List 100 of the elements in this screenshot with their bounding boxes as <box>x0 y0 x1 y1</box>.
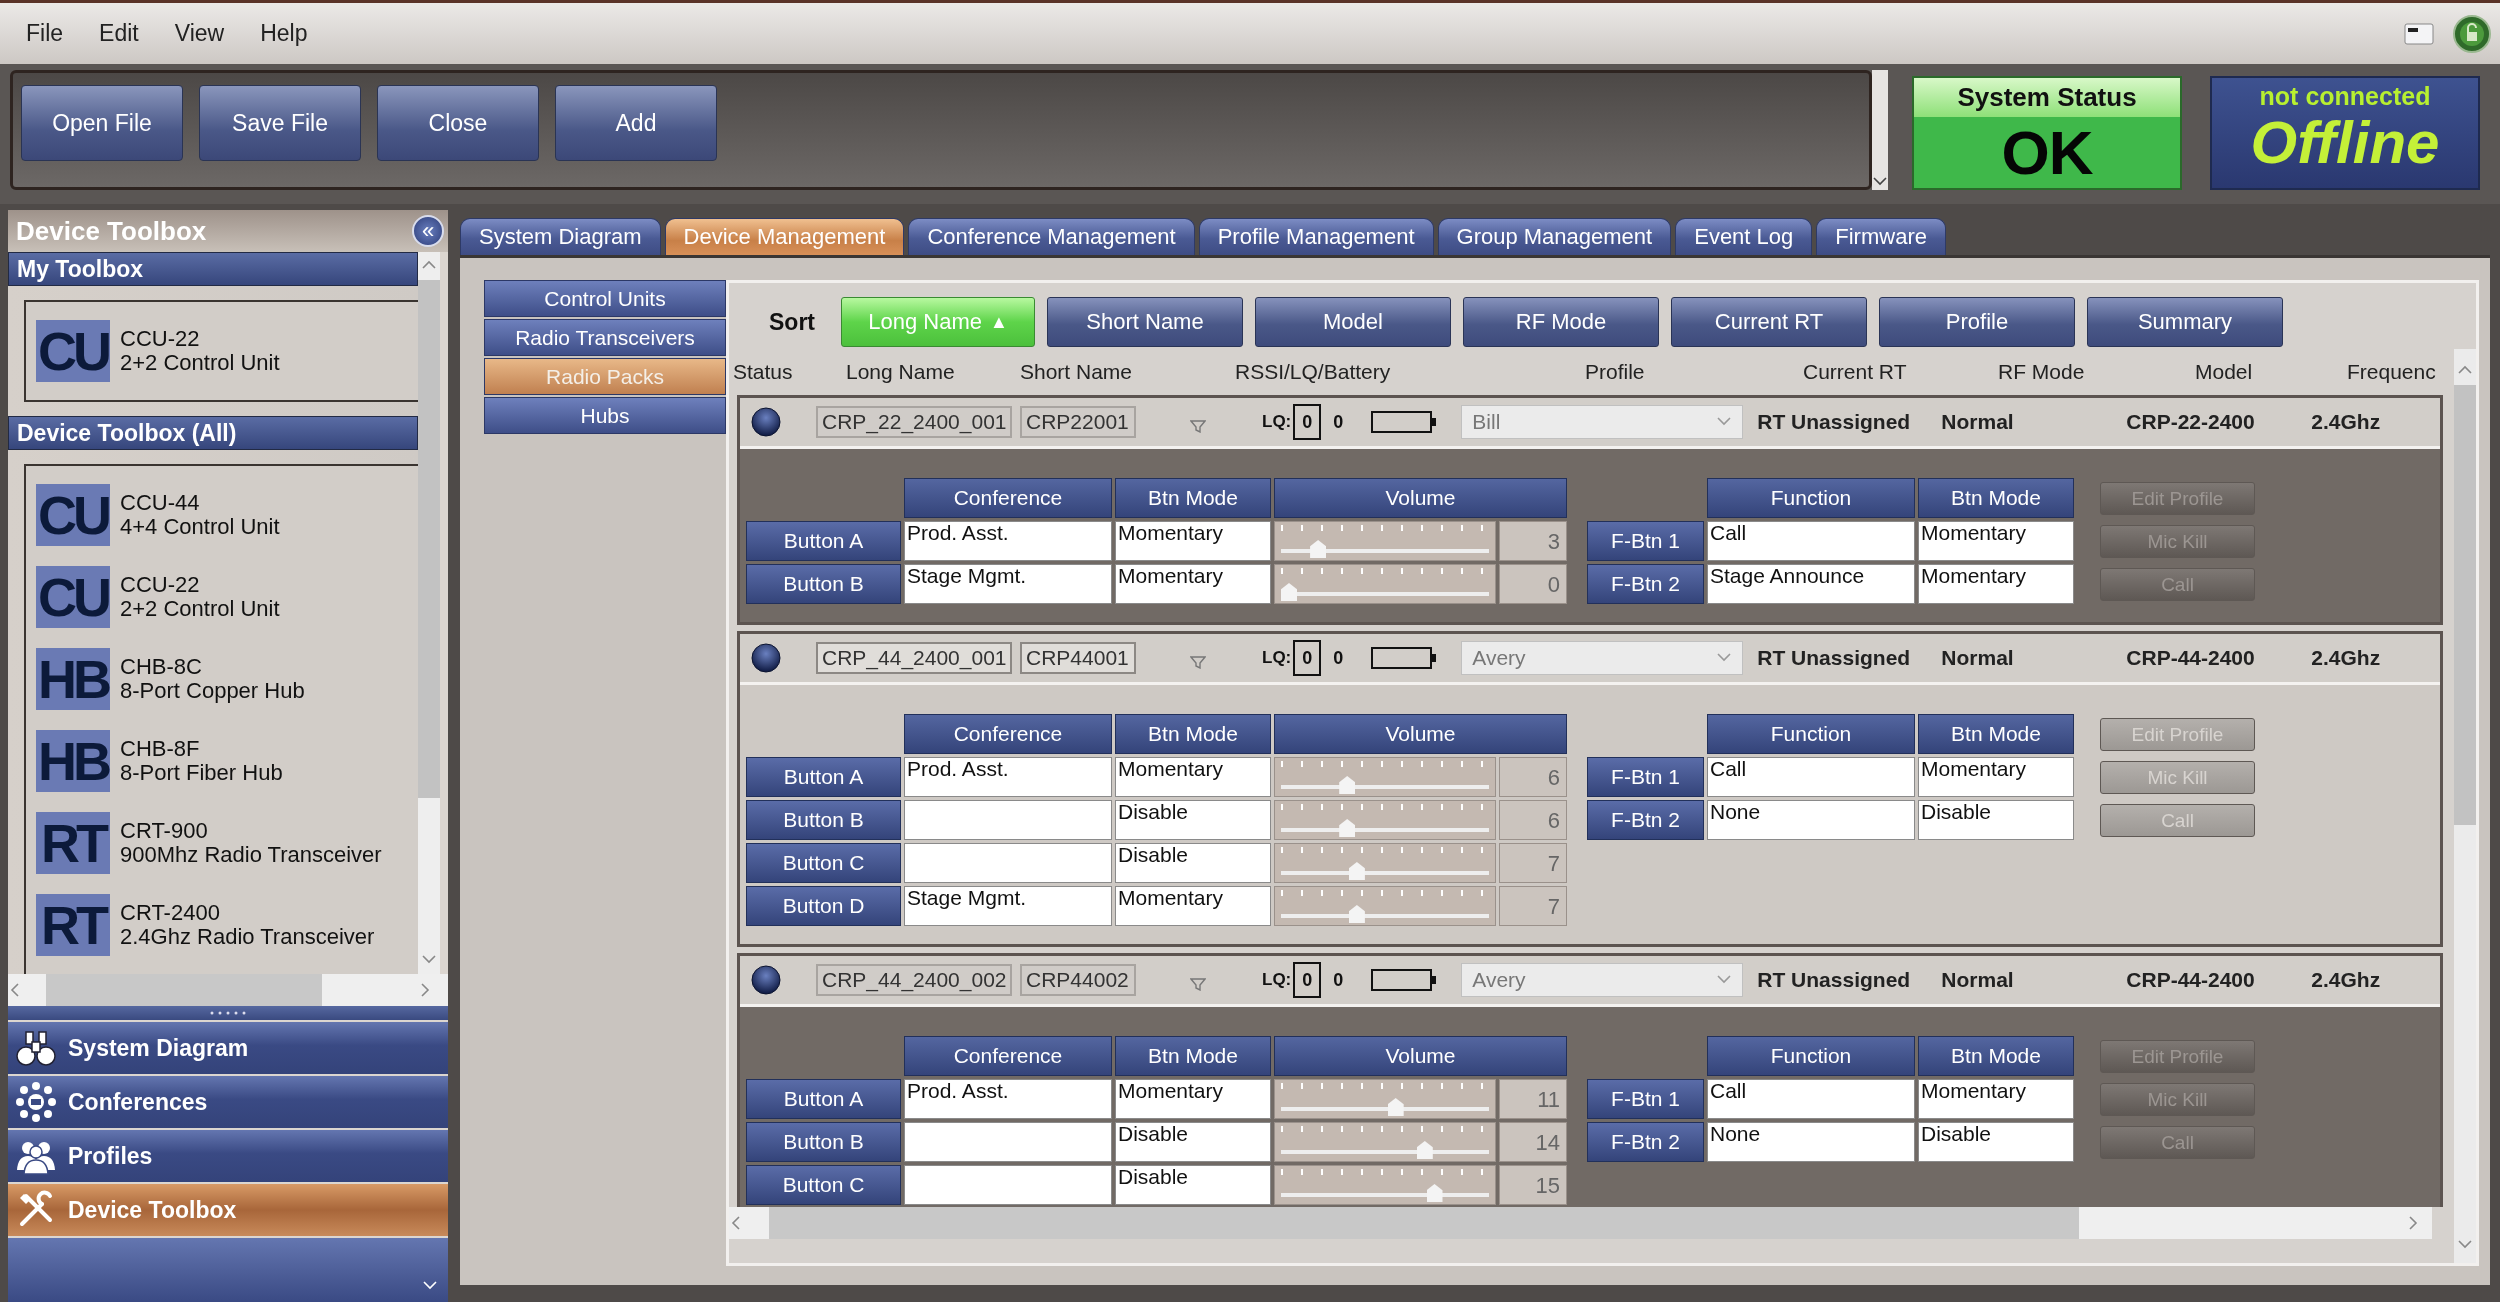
toolbar-button[interactable]: Save File <box>199 85 361 161</box>
function-cell[interactable]: Stage Announce <box>1707 564 1915 604</box>
menu-item[interactable]: Help <box>246 20 322 47</box>
mode-cell[interactable]: Disable <box>1918 800 2074 840</box>
volume-slider[interactable] <box>1274 886 1496 926</box>
mode-cell[interactable]: Disable <box>1115 800 1271 840</box>
device-card[interactable] <box>737 395 2443 625</box>
device-card[interactable] <box>737 631 2443 947</box>
collapse-button[interactable]: « <box>412 215 444 247</box>
row-button[interactable]: F-Btn 2 <box>1587 564 1704 604</box>
slider-thumb[interactable] <box>1416 1141 1433 1159</box>
scrollbar[interactable] <box>2454 349 2476 1263</box>
scrollbar[interactable] <box>729 1207 2432 1239</box>
profile-dropdown[interactable]: Bill <box>1461 405 1744 439</box>
subtab[interactable]: Control Units <box>484 280 726 317</box>
sort-button[interactable]: Summary <box>2087 297 2283 347</box>
grip-icon[interactable] <box>208 1010 248 1016</box>
volume-slider[interactable] <box>1274 843 1496 883</box>
subtab[interactable]: Radio Transceivers <box>484 319 726 356</box>
toolbar-button[interactable]: Open File <box>21 85 183 161</box>
mode-cell[interactable]: Disable <box>1918 1122 2074 1162</box>
row-button[interactable]: Button A <box>746 521 901 561</box>
function-cell[interactable]: None <box>1707 1122 1915 1162</box>
mode-cell[interactable]: Momentary <box>1918 564 2074 604</box>
scrollbar[interactable] <box>418 252 440 974</box>
slider-thumb[interactable] <box>1339 819 1356 837</box>
conference-cell[interactable]: Stage Mgmt. <box>904 886 1112 926</box>
sort-button[interactable]: RF Mode <box>1463 297 1659 347</box>
mode-cell[interactable]: Momentary <box>1918 1079 2074 1119</box>
mode-cell[interactable]: Disable <box>1115 843 1271 883</box>
profile-dropdown[interactable]: Avery <box>1461 641 1744 675</box>
scrollbar[interactable] <box>8 974 448 1006</box>
device-card[interactable] <box>737 953 2443 1207</box>
row-button[interactable]: Button C <box>746 843 901 883</box>
filter-icon[interactable] <box>1190 977 1206 991</box>
profile-dropdown[interactable]: Avery <box>1461 963 1744 997</box>
slider-thumb[interactable] <box>1281 583 1297 601</box>
volume-slider[interactable] <box>1274 1122 1496 1162</box>
sort-button[interactable]: Current RT <box>1671 297 1867 347</box>
row-button[interactable]: Button A <box>746 757 901 797</box>
tab[interactable]: Group Management <box>1437 218 1672 255</box>
mode-cell[interactable]: Momentary <box>1918 521 2074 561</box>
toolbar-button[interactable]: Add <box>555 85 717 161</box>
tab[interactable]: Firmware <box>1816 218 1946 255</box>
sort-button[interactable]: Short Name <box>1047 297 1243 347</box>
conference-cell[interactable]: Prod. Asst. <box>904 757 1112 797</box>
tab[interactable]: System Diagram <box>460 218 661 255</box>
conference-cell[interactable] <box>904 1165 1112 1205</box>
volume-slider[interactable] <box>1274 800 1496 840</box>
short-name-field[interactable]: CRP22001 <box>1020 406 1136 438</box>
window-icon[interactable] <box>2404 22 2434 45</box>
volume-slider[interactable] <box>1274 1165 1496 1205</box>
row-button[interactable]: Button D <box>746 886 901 926</box>
toolbar-button[interactable]: Close <box>377 85 539 161</box>
nav-item[interactable]: Conferences <box>8 1076 448 1128</box>
subtab[interactable]: Hubs <box>484 397 726 434</box>
tab[interactable]: Profile Management <box>1198 218 1434 255</box>
volume-slider[interactable] <box>1274 1079 1496 1119</box>
tab[interactable]: Event Log <box>1675 218 1813 255</box>
scrollbar[interactable] <box>1872 70 1888 190</box>
section-header[interactable]: My Toolbox <box>8 252 418 286</box>
conference-cell[interactable] <box>904 843 1112 883</box>
conference-cell[interactable]: Stage Mgmt. <box>904 564 1112 604</box>
mode-cell[interactable]: Momentary <box>1115 521 1271 561</box>
long-name-field[interactable]: CRP_44_2400_001 <box>816 642 1012 674</box>
volume-slider[interactable] <box>1274 521 1496 561</box>
function-cell[interactable]: Call <box>1707 1079 1915 1119</box>
row-button[interactable]: F-Btn 1 <box>1587 757 1704 797</box>
conference-cell[interactable]: Prod. Asst. <box>904 521 1112 561</box>
row-button[interactable]: Button B <box>746 800 901 840</box>
mode-cell[interactable]: Disable <box>1115 1165 1271 1205</box>
row-button[interactable]: F-Btn 2 <box>1587 800 1704 840</box>
long-name-field[interactable]: CRP_22_2400_001 <box>816 406 1012 438</box>
lock-icon[interactable] <box>2452 13 2492 54</box>
short-name-field[interactable]: CRP44001 <box>1020 642 1136 674</box>
nav-item[interactable]: Profiles <box>8 1130 448 1182</box>
conference-cell[interactable] <box>904 1122 1112 1162</box>
slider-thumb[interactable] <box>1310 540 1327 558</box>
slider-thumb[interactable] <box>1348 862 1365 880</box>
row-button[interactable]: Button B <box>746 564 901 604</box>
slider-thumb[interactable] <box>1339 776 1356 794</box>
section-header[interactable]: Device Toolbox (All) <box>8 416 418 450</box>
row-button[interactable]: Button C <box>746 1165 901 1205</box>
slider-thumb[interactable] <box>1348 905 1365 923</box>
nav-item[interactable]: Device Toolbox <box>8 1184 448 1236</box>
menu-item[interactable]: Edit <box>85 20 153 47</box>
menu-item[interactable]: File <box>12 20 78 47</box>
row-button[interactable]: F-Btn 1 <box>1587 1079 1704 1119</box>
slider-thumb[interactable] <box>1426 1184 1443 1202</box>
function-cell[interactable]: None <box>1707 800 1915 840</box>
mode-cell[interactable]: Momentary <box>1115 564 1271 604</box>
short-name-field[interactable]: CRP44002 <box>1020 964 1136 996</box>
nav-item[interactable]: System Diagram <box>8 1022 448 1074</box>
menu-item[interactable]: View <box>160 20 239 47</box>
conference-cell[interactable]: Prod. Asst. <box>904 1079 1112 1119</box>
row-button[interactable]: Button A <box>746 1079 901 1119</box>
mode-cell[interactable]: Momentary <box>1115 886 1271 926</box>
conference-cell[interactable] <box>904 800 1112 840</box>
mode-cell[interactable]: Momentary <box>1918 757 2074 797</box>
function-cell[interactable]: Call <box>1707 521 1915 561</box>
